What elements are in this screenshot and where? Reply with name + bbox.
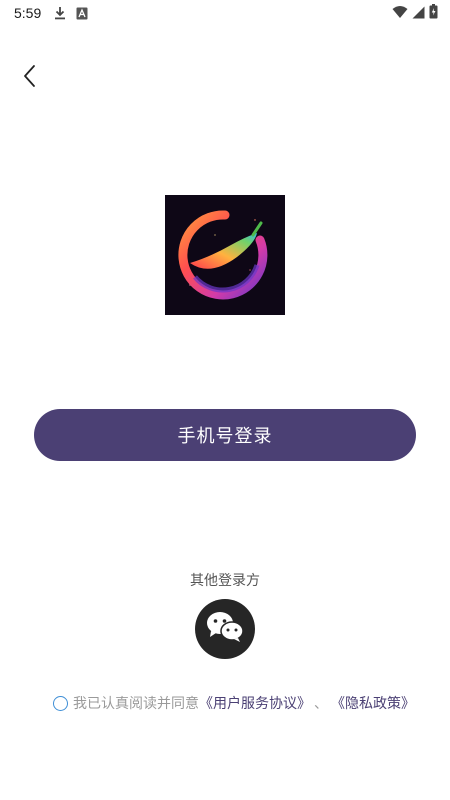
privacy-policy-link[interactable]: 《隐私政策》 [331,693,415,713]
user-agreement-link[interactable]: 《用户服务协议》 [199,693,311,713]
phone-login-button[interactable]: 手机号登录 [34,409,416,461]
a-notification-icon [76,5,88,24]
wechat-icon [205,610,245,648]
agreement-prefix: 我已认真阅读并同意 [73,696,199,712]
chevron-left-icon [22,64,38,92]
download-icon [54,5,66,24]
app-logo-icon [165,195,285,315]
status-bar: 5:59 [0,0,450,26]
agree-checkbox[interactable] [53,695,68,711]
status-time: 5:59 [14,5,42,21]
wechat-login-button[interactable] [195,599,255,659]
agreement-row: 我已认真阅读并同意 《用户服务协议》 、 《隐私政策》 [53,693,415,713]
back-button[interactable] [14,62,46,94]
wifi-icon [392,4,408,23]
other-login-label: 其他登录方 [190,573,260,589]
agreement-separator: 、 [314,696,328,712]
battery-icon [429,4,438,23]
app-logo [165,195,285,315]
signal-icon [412,4,425,23]
status-icons [392,4,438,23]
phone-login-label: 手机号登录 [177,426,273,447]
